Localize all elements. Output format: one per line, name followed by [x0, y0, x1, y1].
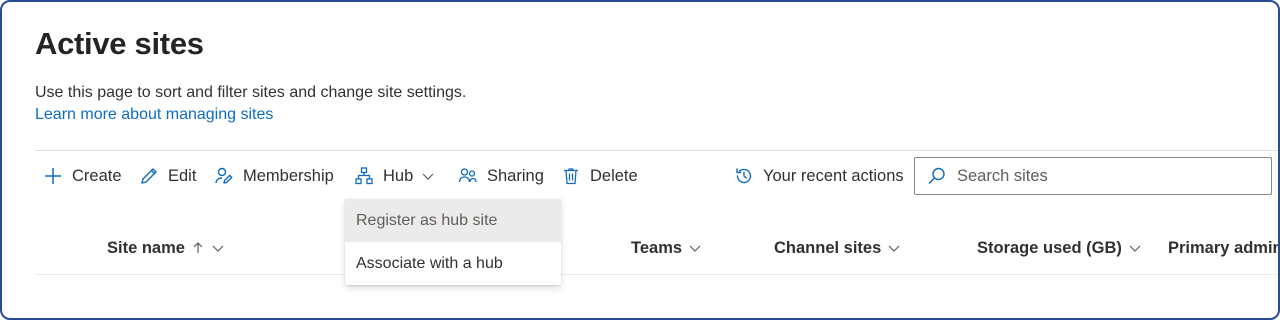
menu-item-register-hub-site[interactable]: Register as hub site: [345, 199, 561, 242]
delete-label: Delete: [590, 166, 638, 185]
column-header-site-name[interactable]: Site name: [107, 236, 225, 260]
person-edit-icon: [214, 166, 234, 186]
edit-label: Edit: [168, 166, 197, 185]
hub-dropdown-menu: Register as hub site Associate with a hu…: [345, 199, 561, 285]
chevron-down-icon: [688, 241, 702, 255]
learn-more-link[interactable]: Learn more about managing sites: [35, 106, 273, 124]
chevron-down-icon: [887, 241, 901, 255]
column-header-storage-used[interactable]: Storage used (GB): [977, 236, 1142, 260]
delete-button[interactable]: Delete: [561, 158, 638, 194]
chevron-down-icon: [1128, 241, 1142, 255]
people-icon: [458, 166, 478, 186]
storage-used-header-label: Storage used (GB): [977, 238, 1122, 257]
hub-org-chart-icon: [354, 166, 374, 186]
site-name-header-label: Site name: [107, 238, 185, 257]
edit-button[interactable]: Edit: [139, 158, 196, 194]
teams-header-label: Teams: [631, 238, 683, 257]
sharing-button[interactable]: Sharing: [458, 158, 544, 194]
search-input[interactable]: [957, 166, 1257, 186]
recent-actions-button[interactable]: Your recent actions: [734, 158, 904, 194]
create-label: Create: [72, 166, 122, 185]
search-icon: [927, 166, 947, 186]
create-button[interactable]: Create: [43, 158, 122, 194]
page-description: Use this page to sort and filter sites a…: [35, 84, 467, 101]
history-icon: [734, 166, 754, 186]
active-sites-panel: Active sites Use this page to sort and f…: [0, 0, 1280, 320]
menu-item-label: Register as hub site: [356, 211, 498, 229]
column-header-teams[interactable]: Teams: [631, 236, 702, 260]
column-header-channel-sites[interactable]: Channel sites: [774, 236, 901, 260]
hub-menu-button[interactable]: Hub: [354, 158, 435, 194]
membership-button[interactable]: Membership: [214, 158, 334, 194]
pencil-icon: [139, 166, 159, 186]
chevron-down-icon: [211, 241, 225, 255]
table-header-divider: [35, 274, 1278, 275]
command-bar: Create Edit Membership Hub Sharing Delet…: [35, 158, 915, 194]
column-header-primary-admin[interactable]: Primary admin: [1168, 236, 1280, 260]
sort-ascending-icon: [191, 241, 205, 255]
menu-item-associate-with-hub[interactable]: Associate with a hub: [345, 242, 561, 285]
search-box[interactable]: [914, 157, 1272, 195]
channel-sites-header-label: Channel sites: [774, 238, 882, 257]
chevron-down-icon: [421, 169, 435, 183]
trash-icon: [561, 166, 581, 186]
sharing-label: Sharing: [487, 166, 544, 185]
plus-icon: [43, 166, 63, 186]
membership-label: Membership: [243, 166, 334, 185]
hub-label: Hub: [383, 166, 414, 185]
primary-admin-header-label: Primary admin: [1168, 238, 1280, 257]
menu-item-label: Associate with a hub: [356, 254, 503, 272]
recent-actions-label: Your recent actions: [763, 166, 904, 185]
page-title: Active sites: [35, 26, 204, 61]
toolbar-divider: [35, 150, 1278, 151]
